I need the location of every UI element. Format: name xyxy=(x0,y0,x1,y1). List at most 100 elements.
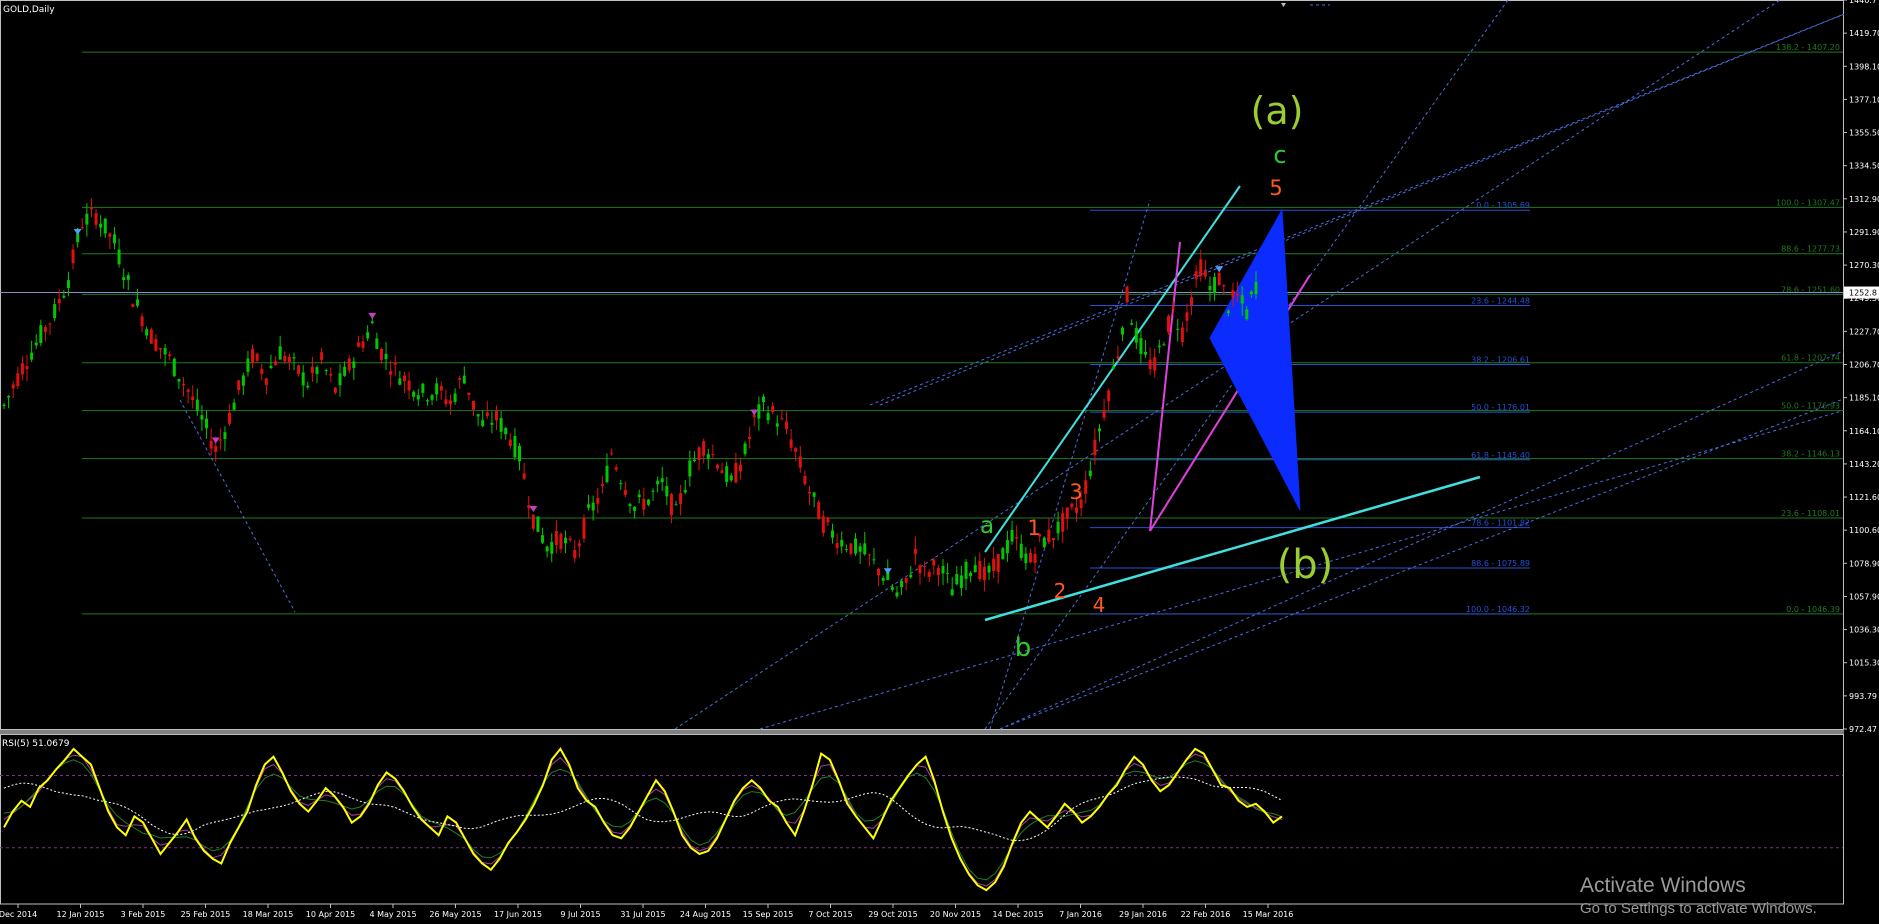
candle-body xyxy=(416,395,420,400)
candle-body xyxy=(1203,270,1207,277)
candle-body xyxy=(347,358,351,371)
date-tick-label: 24 Aug 2015 xyxy=(680,910,731,919)
candle-body xyxy=(646,499,650,505)
candle-body xyxy=(421,383,425,393)
candle-body xyxy=(1176,328,1180,330)
candle-body xyxy=(237,380,241,391)
candle-body xyxy=(803,475,807,484)
date-tick-label: 29 Oct 2015 xyxy=(868,910,917,919)
date-tick-label: 12 Jan 2015 xyxy=(57,910,105,919)
date-tick-label: 22 Feb 2016 xyxy=(1181,910,1231,919)
candle-body xyxy=(228,412,232,424)
fib-level-label: 38.2 - 1206.61 xyxy=(1471,355,1530,364)
candle-body xyxy=(1139,337,1143,355)
candle-body xyxy=(393,362,397,365)
candle-body xyxy=(637,494,641,498)
candle-body xyxy=(1226,310,1230,314)
candle-body xyxy=(591,502,595,511)
watermark-subtitle: Go to Settings to activate Windows. xyxy=(1580,900,1817,917)
candle-body xyxy=(462,375,466,384)
fib-level-label: 138.2 - 1407.20 xyxy=(1776,43,1840,52)
price-tick-label: 1185.10 xyxy=(1849,394,1879,403)
fib-level-label: 78.6 - 1251.60 xyxy=(1781,285,1840,294)
rsi-label: RSI(5) 51.0679 xyxy=(2,739,70,749)
price-tick-label: 1419.70 xyxy=(1849,29,1879,38)
candle-body xyxy=(481,420,485,427)
price-tick-label: 1334.50 xyxy=(1849,162,1879,171)
candle-body xyxy=(1015,536,1019,539)
candle-body xyxy=(775,423,779,427)
candle-body xyxy=(720,470,724,474)
candle-body xyxy=(946,572,950,574)
candle-body xyxy=(356,342,360,347)
price-tick-label: 1398.10 xyxy=(1849,62,1879,71)
candle-body xyxy=(1213,277,1217,293)
wave-label: a xyxy=(980,513,994,539)
candle-body xyxy=(168,354,172,357)
wave-label: 3 xyxy=(1069,480,1082,504)
trendline-cyan-upper xyxy=(984,185,1241,553)
candle-body xyxy=(103,218,107,234)
candle-body xyxy=(1217,272,1221,286)
fractal-arrow-icon xyxy=(73,228,82,235)
candle-body xyxy=(255,353,259,361)
scroll-marker-icon[interactable] xyxy=(1281,3,1286,7)
candle-body xyxy=(531,514,535,529)
channel-line xyxy=(869,0,1879,406)
candle-body xyxy=(1153,357,1157,371)
fib-level-label: 88.6 - 1277.73 xyxy=(1781,245,1840,254)
candle-body xyxy=(867,554,871,556)
candle-body xyxy=(550,542,554,554)
price-chart[interactable]: 138.2 - 1407.20 100.0 - 1307.47 88.6 - 127… xyxy=(0,0,1879,924)
candle-body xyxy=(577,543,581,547)
price-tick-label: 1143.20 xyxy=(1849,460,1879,469)
candle-body xyxy=(1028,553,1032,563)
candle-body xyxy=(504,427,508,435)
fib-level-label: 50.0 - 1176.01 xyxy=(1471,403,1530,412)
candle-body xyxy=(398,378,402,385)
candle-body xyxy=(182,383,186,386)
fib-level-label: 50.0 - 1176.93 xyxy=(1781,402,1840,411)
candle-body xyxy=(941,566,945,574)
candle-body xyxy=(71,249,75,264)
candle-body xyxy=(430,395,434,400)
candle-body xyxy=(2,404,6,407)
candle-body xyxy=(361,341,365,348)
candle-body xyxy=(278,346,282,360)
candle-body xyxy=(1171,306,1175,309)
candle-body xyxy=(725,466,729,482)
fib-level-label: 78.6 - 1101.82 xyxy=(1471,519,1530,528)
date-tick-label: 10 Apr 2015 xyxy=(306,910,355,919)
candle-body xyxy=(458,377,462,380)
candle-body xyxy=(89,207,93,210)
price-tick-label: 1015.30 xyxy=(1849,659,1879,668)
candle-body xyxy=(651,490,655,492)
candle-body xyxy=(913,548,917,554)
date-tick-label: 7 Oct 2015 xyxy=(808,910,852,919)
candle-body xyxy=(379,348,383,361)
candle-body xyxy=(785,421,788,430)
candle-body xyxy=(1180,327,1184,342)
candle-body xyxy=(1125,286,1129,302)
candle-body xyxy=(771,405,775,413)
candle-body xyxy=(633,506,637,511)
candle-body xyxy=(1236,293,1240,296)
candle-body xyxy=(927,571,931,577)
candle-body xyxy=(1167,315,1171,333)
candle-body xyxy=(287,356,291,362)
candle-body xyxy=(384,353,388,360)
candle-body xyxy=(439,385,443,391)
candle-body xyxy=(600,484,604,487)
candle-body xyxy=(642,499,646,510)
candle-body xyxy=(43,327,47,332)
candle-body xyxy=(62,295,66,298)
candle-body xyxy=(513,435,517,458)
candle-body xyxy=(738,464,742,472)
channel-line xyxy=(999,384,1879,730)
candle-body xyxy=(1231,290,1235,298)
candle-body xyxy=(697,447,701,461)
candle-body xyxy=(508,439,512,446)
candle-body xyxy=(495,410,499,421)
candle-body xyxy=(126,275,130,280)
candle-body xyxy=(798,456,802,468)
